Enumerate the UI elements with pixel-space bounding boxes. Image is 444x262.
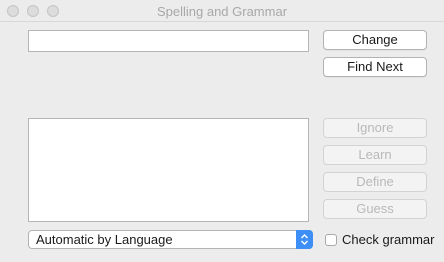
language-popup[interactable]: Automatic by Language (28, 230, 313, 249)
check-grammar-label: Check grammar (342, 232, 435, 247)
ignore-button[interactable]: Ignore (323, 118, 427, 138)
guess-list[interactable] (28, 118, 309, 222)
define-button[interactable]: Define (323, 172, 427, 192)
find-next-button[interactable]: Find Next (323, 57, 427, 77)
title-bar: Spelling and Grammar (0, 0, 444, 22)
language-popup-value: Automatic by Language (36, 232, 173, 247)
check-grammar-checkbox[interactable] (325, 234, 337, 246)
learn-button[interactable]: Learn (323, 145, 427, 165)
change-button[interactable]: Change (323, 30, 427, 50)
guess-button[interactable]: Guess (323, 199, 427, 219)
window-title: Spelling and Grammar (156, 4, 288, 19)
misspelled-word-field[interactable] (28, 30, 309, 52)
popup-arrows-icon (296, 230, 313, 249)
